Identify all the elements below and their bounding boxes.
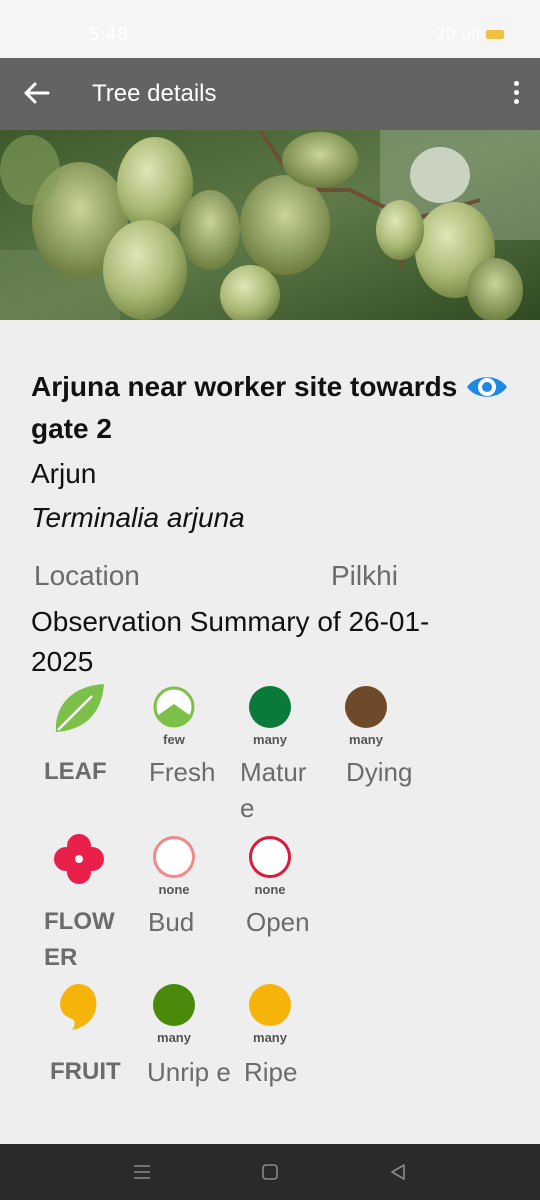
signal-text: 20 ull [435, 24, 480, 43]
common-name: Arjun [31, 458, 97, 489]
battery-icon [486, 30, 504, 39]
flower-icon [54, 834, 104, 884]
mature-count: many [253, 732, 287, 747]
status-time: 5:48 [88, 24, 129, 45]
fresh-count: few [163, 732, 185, 747]
fresh-label: Fresh [149, 757, 216, 787]
mature-label: Matur e [240, 757, 307, 823]
status-icons: 20 ull [436, 24, 504, 43]
ripe-count: many [253, 1030, 287, 1045]
dying-label: Dying [346, 757, 413, 787]
fruit-label: FRUIT [50, 1058, 121, 1085]
unripe-fruit-icon [153, 984, 195, 1026]
ripe-label: Ripe [244, 1057, 298, 1087]
leaf-icon [55, 684, 104, 732]
scientific-name: Terminalia arjuna [31, 502, 245, 533]
back-arrow-icon[interactable] [20, 76, 54, 110]
leaf-label: LEAF [44, 758, 107, 785]
open-label: Open [246, 907, 310, 937]
location-value: Pilkhi [331, 560, 398, 591]
fresh-leaf-icon [153, 686, 195, 728]
eye-icon[interactable] [464, 370, 510, 404]
fruit-icon [60, 984, 97, 1030]
system-nav-bar [0, 1144, 540, 1200]
ripe-fruit-icon [249, 984, 291, 1026]
open-count: none [254, 882, 286, 897]
dying-count: many [349, 732, 383, 747]
home-icon[interactable] [260, 1158, 280, 1186]
status-bar: 5:48 20 ull [0, 0, 540, 58]
bud-count: none [158, 882, 190, 897]
observation-summary: Observation Summary of 26-01-2025 [31, 606, 430, 677]
location-label: Location [34, 560, 140, 591]
more-options-icon[interactable] [508, 78, 524, 110]
tree-photo [0, 130, 540, 320]
flower-label: FLOW ER [44, 908, 115, 971]
back-nav-icon[interactable] [388, 1158, 408, 1186]
unripe-label: Unrip e [147, 1057, 231, 1087]
bud-label: Bud [148, 907, 195, 937]
page-title: Tree details [92, 80, 217, 107]
recent-apps-icon[interactable] [132, 1158, 152, 1186]
bud-icon [153, 836, 195, 878]
mature-leaf-icon [249, 686, 291, 728]
app-bar: Tree details [0, 58, 540, 130]
open-flower-icon [249, 836, 291, 878]
tree-details-panel: Arjuna near worker site towards gate 2 A… [0, 320, 540, 1144]
dying-leaf-icon [345, 686, 387, 728]
tree-name: Arjuna near worker site towards gate 2 [31, 371, 458, 444]
unripe-count: many [157, 1030, 191, 1045]
